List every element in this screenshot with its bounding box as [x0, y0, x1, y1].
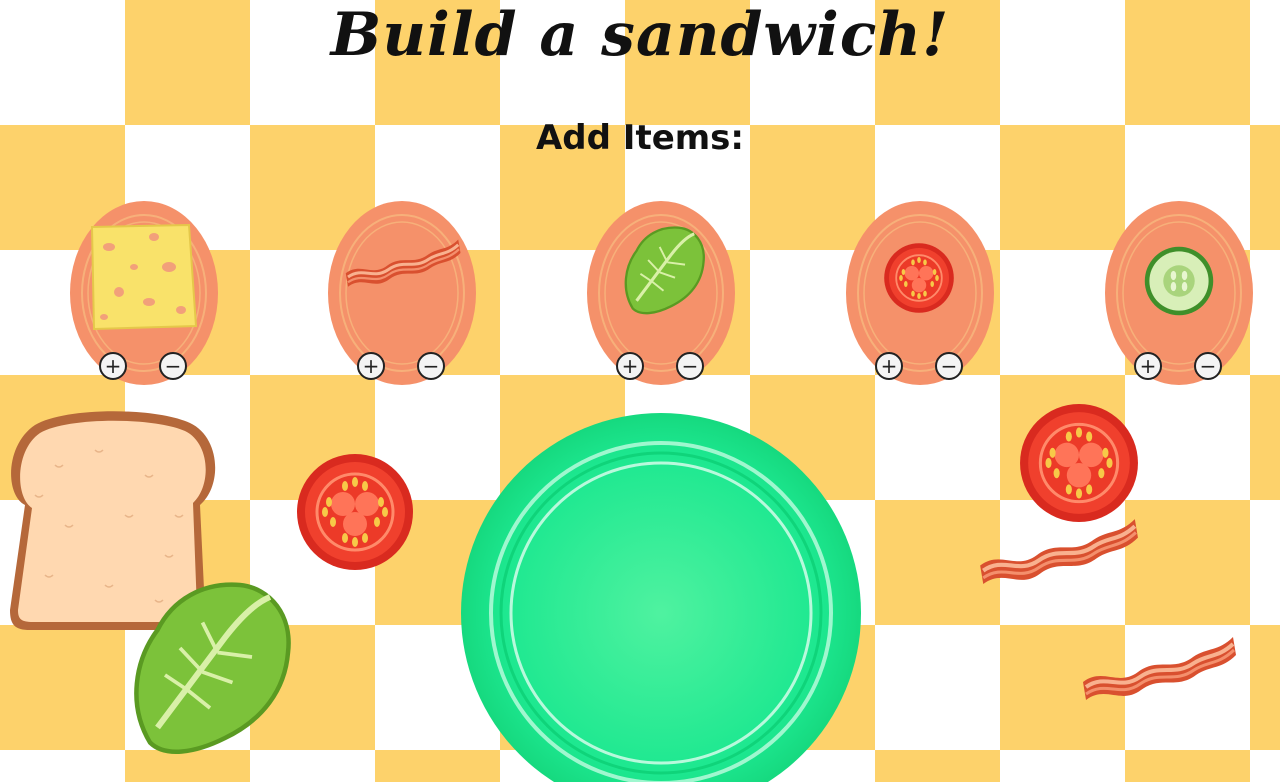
add-lettuce-button[interactable]: +	[616, 352, 644, 380]
add-items-heading: Add Items:	[535, 118, 745, 158]
page-title: Build a sandwich!	[330, 0, 950, 70]
platter	[327, 200, 477, 386]
add-cheese-button[interactable]: +	[99, 352, 127, 380]
lettuce-leaf-icon[interactable]	[110, 570, 310, 765]
item-tomato: + −	[845, 200, 995, 386]
item-cheese: + −	[69, 200, 219, 386]
item-lettuce: + −	[586, 200, 736, 386]
bacon-strip-icon[interactable]	[1078, 612, 1238, 722]
cucumber-icon	[1142, 244, 1216, 318]
plate[interactable]	[460, 412, 862, 782]
remove-lettuce-button[interactable]: −	[676, 352, 704, 380]
remove-cheese-button[interactable]: −	[159, 352, 187, 380]
item-bacon: + −	[327, 200, 477, 386]
add-bacon-button[interactable]: +	[357, 352, 385, 380]
bacon-icon	[342, 232, 462, 292]
add-tomato-button[interactable]: +	[875, 352, 903, 380]
item-cucumber: + −	[1104, 200, 1254, 386]
remove-cucumber-button[interactable]: −	[1194, 352, 1222, 380]
remove-bacon-button[interactable]: −	[417, 352, 445, 380]
bacon-strip-icon[interactable]	[975, 500, 1140, 600]
lettuce-icon	[616, 220, 711, 320]
tomato-slice-icon[interactable]	[295, 452, 415, 572]
remove-tomato-button[interactable]: −	[935, 352, 963, 380]
add-cucumber-button[interactable]: +	[1134, 352, 1162, 380]
tomato-icon	[883, 242, 955, 314]
cheese-icon	[89, 222, 199, 332]
